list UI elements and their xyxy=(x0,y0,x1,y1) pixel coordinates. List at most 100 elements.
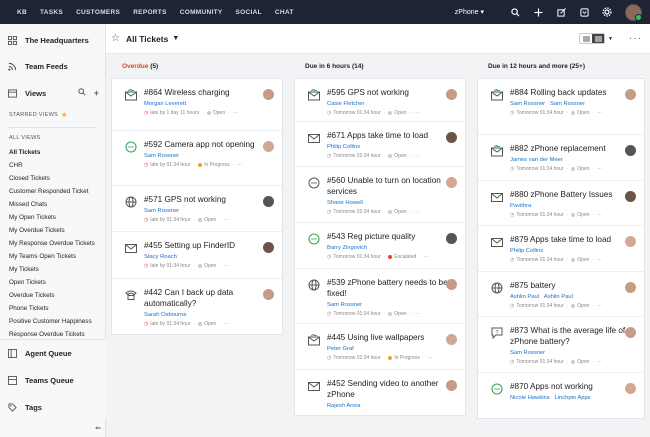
more-icon[interactable]: ··· xyxy=(424,254,429,260)
ticket-assignee[interactable]: Ashlin Paul xyxy=(544,294,573,300)
more-icon[interactable]: ··· xyxy=(597,257,602,263)
avatar[interactable] xyxy=(625,191,636,202)
avatar[interactable] xyxy=(446,132,457,143)
ticket-assignee[interactable]: Sam Rossner xyxy=(550,101,585,107)
nav-community[interactable]: COMMUNITY xyxy=(180,9,223,16)
department-switcher[interactable]: zPhone ▾ xyxy=(455,8,484,16)
compose-icon[interactable] xyxy=(555,6,567,18)
search-icon[interactable] xyxy=(509,6,521,18)
avatar[interactable] xyxy=(446,177,457,188)
ticket-assignee[interactable]: Pavithra xyxy=(510,203,636,209)
more-icon[interactable]: ··· xyxy=(597,110,602,116)
nav-kb[interactable]: KB xyxy=(17,9,27,16)
star-icon[interactable]: ☆ xyxy=(111,33,120,44)
ticket-assignee[interactable]: Peter Graf xyxy=(327,346,457,352)
ticket-assignee[interactable]: Nicole Hawkins xyxy=(510,395,550,401)
ticket-card[interactable]: #875 battery Ashlin Paul Ashlin Paul ◷ To… xyxy=(478,272,644,317)
ticket-assignee[interactable]: Sarah Osbourne xyxy=(144,312,274,318)
nav-reports[interactable]: REPORTS xyxy=(133,9,167,16)
nav-chat[interactable]: CHAT xyxy=(275,9,294,16)
ticket-card[interactable]: #879 Apps take time to load Philip Colli… xyxy=(478,226,644,272)
sidebar-views[interactable]: Views + xyxy=(0,81,105,105)
view-item-missed-chats[interactable]: Missed Chats xyxy=(9,198,105,211)
ticket-assignee[interactable]: Barry Zingovich xyxy=(327,245,457,251)
ticket-assignee[interactable]: James van der Meer xyxy=(510,157,636,163)
collapse-sidebar-icon[interactable]: ⇐ xyxy=(95,424,101,432)
avatar[interactable] xyxy=(625,327,636,338)
all-views-header[interactable]: ALL VIEWS xyxy=(0,132,105,143)
page-title[interactable]: All Tickets xyxy=(126,34,168,44)
avatar[interactable] xyxy=(263,141,274,152)
ticket-card[interactable]: #543 Reg picture quality Barry Zingovich… xyxy=(295,223,465,269)
view-item-phone-tickets[interactable]: Phone Tickets xyxy=(9,302,105,315)
ticket-card[interactable]: #595 GPS not working Casie Fletcher ◷ Tom… xyxy=(295,79,465,122)
avatar[interactable] xyxy=(625,282,636,293)
view-item-my-teams-open[interactable]: My Teams Open Tickets xyxy=(9,250,105,263)
avatar[interactable] xyxy=(446,279,457,290)
view-item-my-tickets[interactable]: My Tickets xyxy=(9,263,105,276)
more-icon[interactable]: ··· xyxy=(597,166,602,172)
avatar[interactable] xyxy=(625,89,636,100)
search-icon[interactable] xyxy=(78,88,86,98)
avatar[interactable] xyxy=(625,383,636,394)
view-item-all-tickets[interactable]: All Tickets xyxy=(9,146,105,159)
ticket-card[interactable]: #560 Unable to turn on location services… xyxy=(295,167,465,223)
avatar[interactable] xyxy=(625,236,636,247)
ticket-card[interactable]: #884 Rolling back updates Sam Rossner Sa… xyxy=(478,79,644,135)
ticket-assignee[interactable]: Ashlin Paul xyxy=(510,294,539,300)
starred-views-header[interactable]: STARRED VIEWS ★ xyxy=(0,109,105,121)
ticket-assignee[interactable]: Morgan Leverett xyxy=(144,101,274,107)
ticket-card[interactable]: #671 Apps take time to load Philip Colli… xyxy=(295,122,465,167)
view-item-my-response-overdue[interactable]: My Response Overdue Tickets xyxy=(9,237,105,250)
ticket-card[interactable]: #455 Setting up FinderID Stacy Roach ◷ la… xyxy=(112,232,282,279)
more-icon[interactable]: ··· xyxy=(233,110,238,116)
ticket-card[interactable]: #445 Using live wallpapers Peter Graf ◷ T… xyxy=(295,324,465,370)
avatar[interactable] xyxy=(446,89,457,100)
chevron-down-icon[interactable]: ▼ xyxy=(172,35,179,42)
avatar[interactable] xyxy=(446,233,457,244)
more-icon[interactable]: ··· xyxy=(414,110,419,116)
ticket-assignee[interactable]: Sam Rossner xyxy=(510,101,545,107)
ticket-card[interactable]: #870 Apps not working Nicole Hawkins Lin… xyxy=(478,373,644,418)
view-item-closed-tickets[interactable]: Closed Tickets xyxy=(9,172,105,185)
sidebar-headquarters[interactable]: The Headquarters xyxy=(0,27,105,53)
view-item-my-overdue-tickets[interactable]: My Overdue Tickets xyxy=(9,224,105,237)
view-item-my-open-tickets[interactable]: My Open Tickets xyxy=(9,211,105,224)
ticket-card[interactable]: #592 Camera app not opening Sam Rossner … xyxy=(112,131,282,186)
ticket-card[interactable]: #539 zPhone battery needs to be fixed! S… xyxy=(295,269,465,324)
ticket-assignee[interactable]: Sam Rossner xyxy=(144,208,274,214)
avatar[interactable] xyxy=(263,242,274,253)
more-icon[interactable]: ··· xyxy=(237,162,242,168)
sidebar-tags[interactable]: Tags xyxy=(0,396,106,418)
avatar[interactable] xyxy=(263,196,274,207)
more-icon[interactable]: ··· xyxy=(224,217,229,223)
ticket-assignee[interactable]: Sam Rossner xyxy=(327,302,457,308)
sidebar-team-feeds[interactable]: Team Feeds xyxy=(0,53,105,79)
ticket-assignee[interactable]: Stacy Roach xyxy=(144,254,274,260)
view-item-chr[interactable]: CHR xyxy=(9,159,105,172)
notifications-icon[interactable] xyxy=(578,6,590,18)
gear-icon[interactable] xyxy=(601,6,613,18)
add-icon[interactable] xyxy=(532,6,544,18)
view-item-customer-responded[interactable]: Customer Responded Ticket xyxy=(9,185,105,198)
nav-tasks[interactable]: TASKS xyxy=(40,9,63,16)
view-item-open-tickets[interactable]: Open Tickets xyxy=(9,276,105,289)
ticket-assignee[interactable]: Rajesh Arora xyxy=(327,403,457,409)
ticket-card[interactable]: #882 zPhone replacement James van der Me… xyxy=(478,135,644,181)
user-avatar[interactable] xyxy=(625,3,642,21)
view-item-positive-happiness[interactable]: Positive Customer Happiness xyxy=(9,315,105,328)
ticket-assignee[interactable]: Philip Collins xyxy=(510,248,636,254)
ticket-card[interactable]: #864 Wireless charging Morgan Leverett ◷… xyxy=(112,79,282,131)
avatar[interactable] xyxy=(625,145,636,156)
more-icon[interactable]: ··· xyxy=(428,355,433,361)
more-icon[interactable]: ··· xyxy=(224,263,229,269)
ticket-card[interactable]: #880 zPhone Battery Issues Pavithra ◷ Tom… xyxy=(478,181,644,226)
avatar[interactable] xyxy=(263,289,274,300)
ticket-assignee[interactable]: Sam Rossner xyxy=(144,153,274,159)
more-icon[interactable]: ··· xyxy=(414,209,419,215)
avatar[interactable] xyxy=(446,334,457,345)
add-view-icon[interactable]: + xyxy=(94,88,99,98)
nav-customers[interactable]: CUSTOMERS xyxy=(76,9,120,16)
view-item-overdue-tickets[interactable]: Overdue Tickets xyxy=(9,289,105,302)
board-view-icon[interactable] xyxy=(592,34,605,43)
